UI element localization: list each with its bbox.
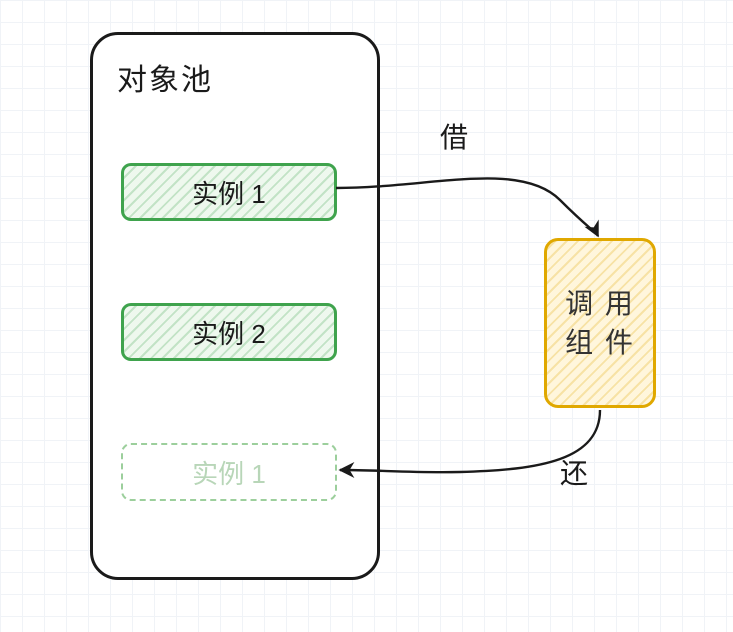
- edge-label-return: 还: [560, 452, 588, 492]
- caller-line1: 调 用: [565, 288, 635, 319]
- instance-ghost-box: 实例 1: [121, 443, 337, 501]
- caller-component-label: 调 用 组 件: [565, 284, 635, 362]
- diagram-stage: 对象池 实例 1 实例 2 实例 1 调 用 组 件 借 还: [0, 0, 733, 632]
- object-pool-box: 对象池 实例 1 实例 2 实例 1: [90, 32, 380, 580]
- instance-1-label: 实例 1: [192, 174, 266, 211]
- caller-component-box: 调 用 组 件: [544, 238, 656, 408]
- instance-2-label: 实例 2: [192, 314, 266, 351]
- instance-1-box: 实例 1: [121, 163, 337, 221]
- edge-label-borrow: 借: [440, 116, 468, 156]
- instance-ghost-label: 实例 1: [192, 454, 266, 491]
- object-pool-title: 对象池: [117, 55, 213, 99]
- caller-line2: 组 件: [565, 327, 635, 358]
- instance-2-box: 实例 2: [121, 303, 337, 361]
